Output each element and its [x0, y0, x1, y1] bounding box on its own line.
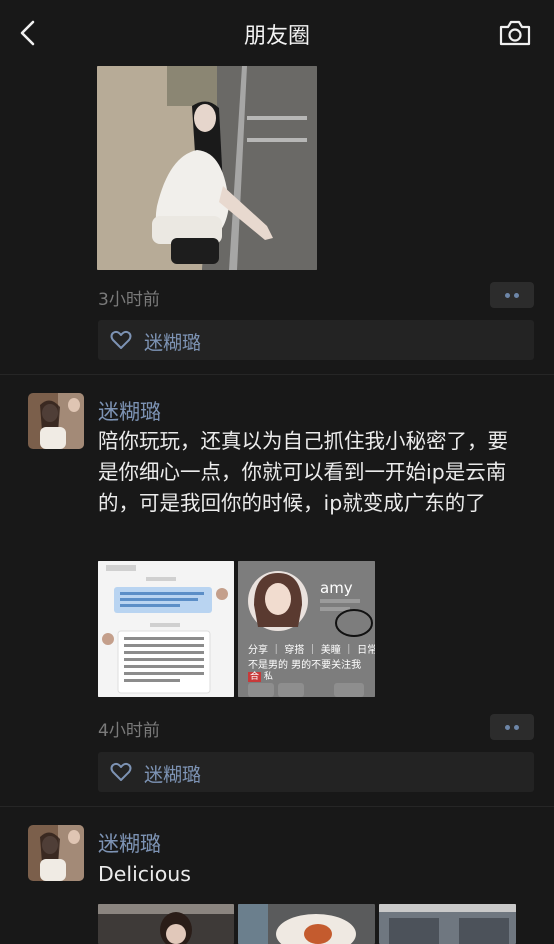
- post-username[interactable]: 迷糊璐: [98, 828, 161, 858]
- more-actions-button[interactable]: [490, 282, 534, 308]
- post-image-profile-screenshot[interactable]: amy 分享 ｜ 穿搭 ｜ 美瞳 ｜ 日常 不是男的 男的不要关注我 合 私: [238, 561, 375, 697]
- post-text: 陪你玩玩，还真以为自己抓住我小秘密了，要是你细心一点，你就可以看到一开始ip是云…: [98, 429, 508, 515]
- camera-icon[interactable]: [498, 19, 532, 47]
- badge-text: 私: [263, 672, 273, 682]
- profile-badge: 合 私: [248, 669, 273, 682]
- page-title: 朋友圈: [243, 24, 310, 49]
- post-image-1[interactable]: [98, 904, 234, 944]
- post-timestamp: 3小时前: [98, 290, 160, 310]
- top-bar: 朋友圈: [0, 0, 554, 66]
- post-photo-girl[interactable]: [97, 66, 317, 270]
- post-image-chat-screenshot[interactable]: [98, 561, 234, 697]
- post-text: Delicious: [98, 862, 191, 886]
- badge-label: 合: [248, 672, 262, 682]
- post-image-3[interactable]: [379, 904, 516, 944]
- more-actions-button[interactable]: [490, 714, 534, 740]
- avatar[interactable]: [28, 393, 84, 449]
- heart-icon: [110, 762, 132, 781]
- like-user[interactable]: 迷糊璐: [144, 328, 201, 355]
- post-timestamp: 4小时前: [98, 721, 160, 741]
- profile-tags: 分享 ｜ 穿搭 ｜ 美瞳 ｜ 日常: [248, 645, 375, 656]
- avatar[interactable]: [28, 825, 84, 881]
- likes-bar: 迷糊璐: [98, 752, 534, 792]
- post-username[interactable]: 迷糊璐: [98, 396, 161, 426]
- divider: [0, 806, 554, 807]
- likes-bar: 迷糊璐: [98, 320, 534, 360]
- heart-icon: [110, 330, 132, 349]
- post-image-2[interactable]: [238, 904, 375, 944]
- like-user[interactable]: 迷糊璐: [144, 760, 201, 787]
- profile-name: amy: [320, 579, 353, 597]
- divider: [0, 374, 554, 375]
